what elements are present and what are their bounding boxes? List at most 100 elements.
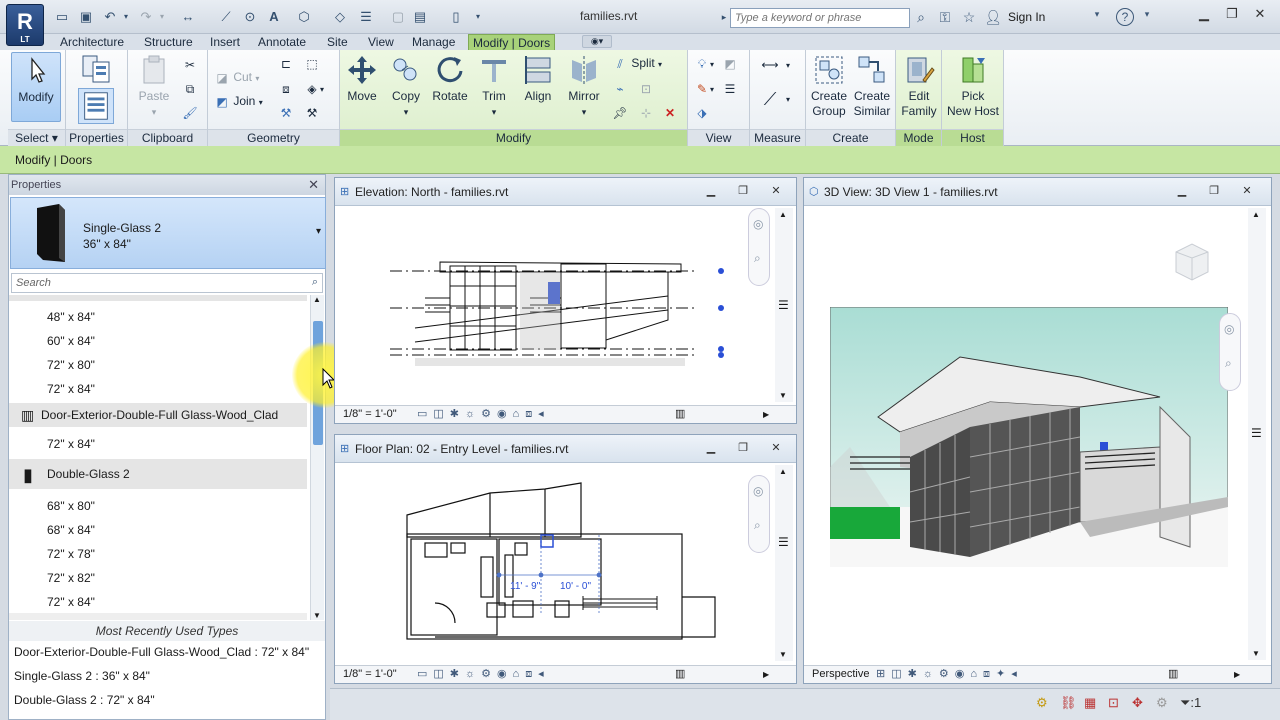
trim-button[interactable]: Trim ▾ [474,52,514,120]
minimize-view-icon[interactable]: ▁ [700,184,722,200]
view-scale[interactable]: 1/8" = 1'-0" [343,408,397,420]
maximize-view-icon[interactable]: ❐ [1203,184,1225,200]
elevation-navigation-bar[interactable]: ◎ ⌕ [748,208,770,286]
close-view-icon[interactable]: ✕ [1236,184,1258,200]
tab-site[interactable]: Site [323,34,352,51]
floor-plan-navigation-bar[interactable]: ◎ ⌕ [748,475,770,553]
properties-palette-icon[interactable] [78,88,114,124]
list-family-item[interactable]: ▥ Door-Exterior-Double-Full Glass-Wood_C… [9,403,307,427]
select-underlay-icon[interactable]: ▦ [1084,695,1096,711]
tab-annotate[interactable]: Annotate [254,34,310,51]
close-hidden-icon[interactable]: ▢ [390,9,406,25]
dimension-label-2[interactable]: 10' - 0" [560,581,591,592]
type-properties-icon[interactable] [80,53,112,85]
elevation-vertical-scrollbar[interactable]: ▲ ☰ ▼ [775,208,793,402]
subscription-center-icon[interactable]: ⚿ [936,9,954,26]
list-item[interactable]: 72" x 84" [9,590,307,614]
mru-item[interactable]: Double-Glass 2 : 72" x 84" [14,693,155,707]
tab-structure[interactable]: Structure [140,34,197,51]
measure-between-icon[interactable]: ⟷ ▾ [754,56,790,74]
paint-icon[interactable]: ◈ ▾ [304,80,324,98]
minimize-window-icon[interactable]: ▁ [1190,4,1218,24]
selection-box-icon[interactable]: ⬗ [694,104,710,121]
redo-icon[interactable]: ↷ [138,9,154,25]
minimize-view-icon[interactable]: ▁ [700,441,722,457]
view-controls-icons[interactable]: ▭◫✱☼⚙◉⌂⧈◂ [417,406,550,423]
select-panel-label[interactable]: Select ▾ [8,129,65,146]
pick-hammer-icon[interactable]: ⚒ [304,104,320,121]
tag-icon[interactable]: ⊙ [242,9,258,25]
close-view-icon[interactable]: ✕ [765,184,787,200]
join-geometry-button[interactable]: ◩ Join ▾ [214,93,262,111]
sign-in-dropdown-icon[interactable]: ▾ [1088,9,1106,20]
list-item[interactable]: 72" x 82" [9,566,307,590]
override-graphics-icon[interactable]: ◩ [722,55,738,72]
favorites-star-icon[interactable]: ☆ [960,9,978,26]
3d-navigation-bar[interactable]: ◎ ⌕ [1219,313,1241,391]
type-selector[interactable]: Single-Glass 2 36" x 84" ▾ [10,197,326,269]
sign-in-link[interactable]: Sign In [1008,10,1045,24]
tab-view[interactable]: View [364,34,398,51]
close-palette-icon[interactable]: ✕ [308,175,319,195]
split-face-icon[interactable]: ⧈ [278,80,294,97]
text-icon[interactable]: A [266,9,282,25]
cut-geometry-button[interactable]: ◪ Cut ▾ [214,69,259,87]
horizontal-scroll-thumb-icon[interactable]: ▥ [675,406,685,423]
unpin-icon[interactable]: ⊹ [638,104,654,121]
qat-dropdown-icon[interactable]: ▾ [470,9,486,25]
dimension-icon[interactable]: ⟋ [218,9,234,25]
delete-icon[interactable]: ✕ [662,104,678,121]
list-item[interactable]: 72" x 84" [9,377,307,401]
align-button[interactable]: Align [518,52,558,104]
list-item[interactable]: 68" x 84" [9,518,307,542]
scroll-right-icon[interactable]: ▶ [763,666,769,683]
horizontal-scroll-thumb-icon[interactable]: ▥ [1168,666,1178,683]
list-item[interactable]: 72" x 80" [9,353,307,377]
floor-plan-vertical-scrollbar[interactable]: ▲ ☰ ▼ [775,465,793,661]
copy-to-clipboard-icon[interactable]: ⧉ [182,80,198,97]
type-selector-dropdown-icon[interactable]: ▾ [316,226,321,237]
horizontal-scroll-thumb-icon[interactable]: ▥ [675,666,685,683]
list-item[interactable]: 60" x 84" [9,329,307,353]
demolish-hammer-icon[interactable]: ⚒ [278,104,294,121]
graphics-lines-icon[interactable]: ☰ [722,80,738,97]
list-family-item[interactable]: ▮ Double-Glass 2 [9,459,307,489]
customize-qat-icon[interactable]: ▯ [448,9,464,25]
split-button[interactable]: ⫽ Split ▾ [612,55,662,73]
list-item[interactable]: 48" x 84" [9,305,307,329]
undo-icon[interactable]: ↶ [102,9,118,25]
wall-joins-icon[interactable]: ⊏ [278,55,294,72]
rotate-button[interactable]: Rotate [430,52,470,104]
cut-scissors-icon[interactable]: ✂ [182,56,198,73]
scale-icon[interactable]: ⊡ [638,80,654,97]
minimize-view-icon[interactable]: ▁ [1171,184,1193,200]
offset-icon[interactable]: ⌁ [612,80,628,97]
drag-elements-icon[interactable]: ✥ [1132,695,1143,711]
maximize-view-icon[interactable]: ❐ [732,184,754,200]
type-search-input[interactable]: Search ⌕ [11,273,323,293]
view-mode-label[interactable]: Perspective [812,668,869,680]
maximize-view-icon[interactable]: ❐ [732,441,754,457]
save-icon[interactable]: ▣ [78,9,94,25]
list-item[interactable]: 72" x 78" [9,542,307,566]
match-type-icon[interactable]: 🖌︎ [182,104,198,121]
measure-icon[interactable]: ↔ [180,9,196,25]
select-pinned-icon[interactable]: ⊡ [1108,695,1119,711]
binoculars-icon[interactable]: ⌕ [912,9,930,26]
paste-button[interactable]: Paste ▾ [132,52,176,120]
ribbon-minimize-toggle-icon[interactable]: ◉▾ [582,35,612,48]
help-icon[interactable]: ? [1116,8,1134,26]
scroll-right-icon[interactable]: ▶ [1234,666,1240,683]
application-menu-button[interactable]: R LT [6,4,44,46]
create-group-button[interactable]: Create Group [808,52,850,119]
mru-item[interactable]: Single-Glass 2 : 36" x 84" [14,669,150,683]
linework-icon[interactable]: ✎ ▾ [694,80,714,98]
restore-window-icon[interactable]: ❐ [1218,4,1246,24]
hide-in-view-icon[interactable]: 💡︎ ▾ [694,55,714,73]
view-controls-icons[interactable]: ▭◫✱☼⚙◉⌂⧈◂ [417,666,550,683]
3d-vertical-scrollbar[interactable]: ▲ ☰ ▼ [1248,208,1266,660]
dimension-label-1[interactable]: 11' - 9" [510,581,540,592]
help-dropdown-icon[interactable]: ▾ [1138,9,1156,20]
view-controls-icons[interactable]: ⊞◫✱☼⚙◉⌂⧈✦◂ [876,666,1023,683]
pin-icon[interactable]: 📌︎ [612,104,628,121]
